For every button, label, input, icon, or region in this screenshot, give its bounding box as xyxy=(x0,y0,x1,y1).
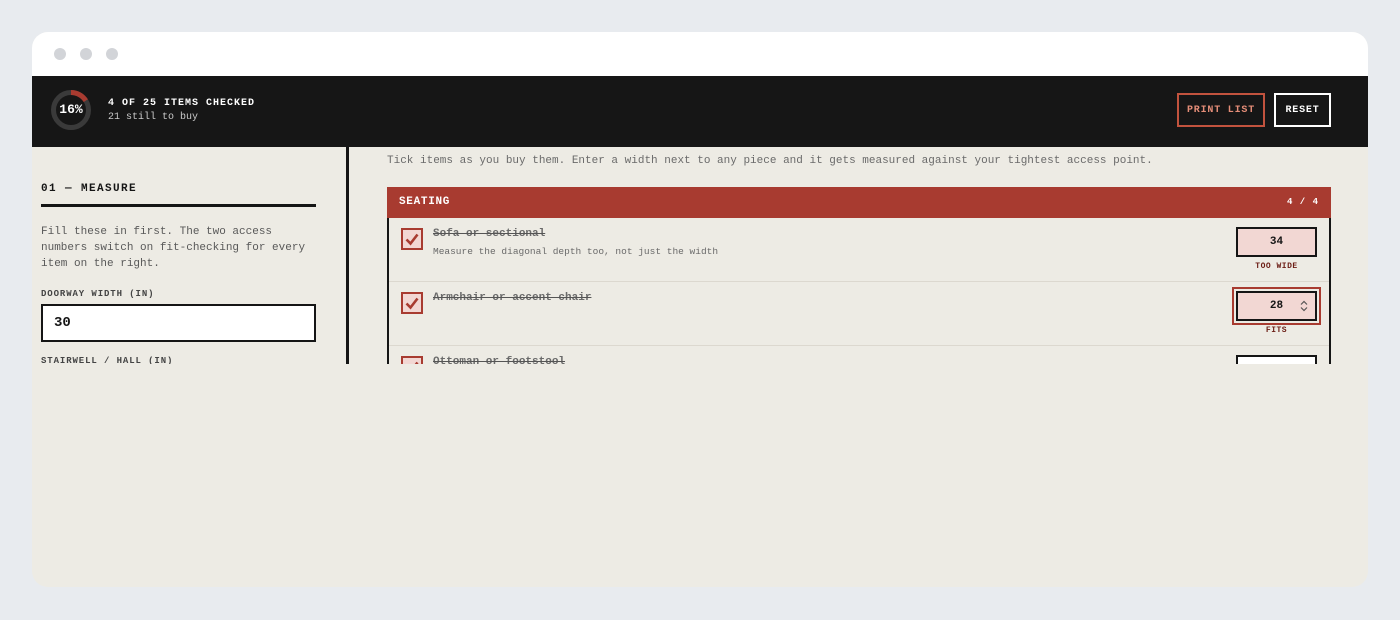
progress-percent: 16% xyxy=(59,102,83,117)
doorway-width-input[interactable]: 30 xyxy=(41,304,316,342)
progress-subtitle: 21 still to buy xyxy=(108,112,199,123)
item-name: Sofa or sectional xyxy=(433,228,546,240)
stairwell-width-label: STAIRWELL / HALL (IN) xyxy=(41,356,174,364)
item-note: Measure the diagonal depth too, not just… xyxy=(433,246,719,257)
group-count: 4 / 4 xyxy=(1286,197,1319,207)
fit-status-label: TOO WIDE xyxy=(1255,262,1298,271)
checkmark-icon xyxy=(414,361,419,364)
progress-header: 16% 4 OF 25 ITEMS CHECKED 21 still to bu… xyxy=(32,76,1368,147)
section-rule xyxy=(41,204,316,207)
item-checkbox[interactable] xyxy=(401,356,423,364)
item-name: Armchair or accent chair xyxy=(433,292,592,304)
reset-button[interactable]: RESET xyxy=(1274,93,1331,127)
main-content: 01 — MEASURE Fill these in first. The tw… xyxy=(32,147,1368,364)
item-width-input[interactable]: 34 xyxy=(1236,227,1317,257)
checklist-intro: Tick items as you buy them. Enter a widt… xyxy=(387,155,1153,167)
group-items: Sofa or sectional Measure the diagonal d… xyxy=(387,218,1331,364)
window-minimize-control[interactable] xyxy=(80,48,92,60)
progress-title: 4 OF 25 ITEMS CHECKED xyxy=(108,98,256,109)
item-name: Ottoman or footstool xyxy=(433,356,566,364)
spinner-arrows-icon[interactable] xyxy=(1299,299,1309,313)
item-width-input[interactable] xyxy=(1236,355,1317,364)
item-width-value: 28 xyxy=(1269,300,1284,312)
window-close-control[interactable] xyxy=(54,48,66,60)
print-list-button[interactable]: PRINT LIST xyxy=(1177,93,1265,127)
checklist-item: Armchair or accent chair 28 FITS xyxy=(389,282,1329,346)
checklist-item: Sofa or sectional Measure the diagonal d… xyxy=(389,218,1329,282)
group-name: SEATING xyxy=(399,196,451,208)
fit-status-label: FITS xyxy=(1265,326,1288,335)
checkmark-icon xyxy=(405,233,419,246)
checkmark-icon xyxy=(405,297,419,310)
panel-divider xyxy=(346,147,349,364)
group-header-seating[interactable]: SEATING 4 / 4 xyxy=(387,187,1331,218)
checklist-item: Ottoman or footstool xyxy=(389,346,1329,364)
item-width-input[interactable]: 28 xyxy=(1232,287,1321,325)
item-checkbox[interactable] xyxy=(401,228,423,250)
window-maximize-control[interactable] xyxy=(106,48,118,60)
app-window: 16% 4 OF 25 ITEMS CHECKED 21 still to bu… xyxy=(32,32,1368,587)
window-titlebar xyxy=(32,32,1368,76)
item-checkbox[interactable] xyxy=(401,292,423,314)
measure-description: Fill these in first. The two access numb… xyxy=(41,226,306,270)
measure-section-title: 01 — MEASURE xyxy=(41,183,138,195)
doorway-width-label: DOORWAY WIDTH (IN) xyxy=(41,289,155,299)
